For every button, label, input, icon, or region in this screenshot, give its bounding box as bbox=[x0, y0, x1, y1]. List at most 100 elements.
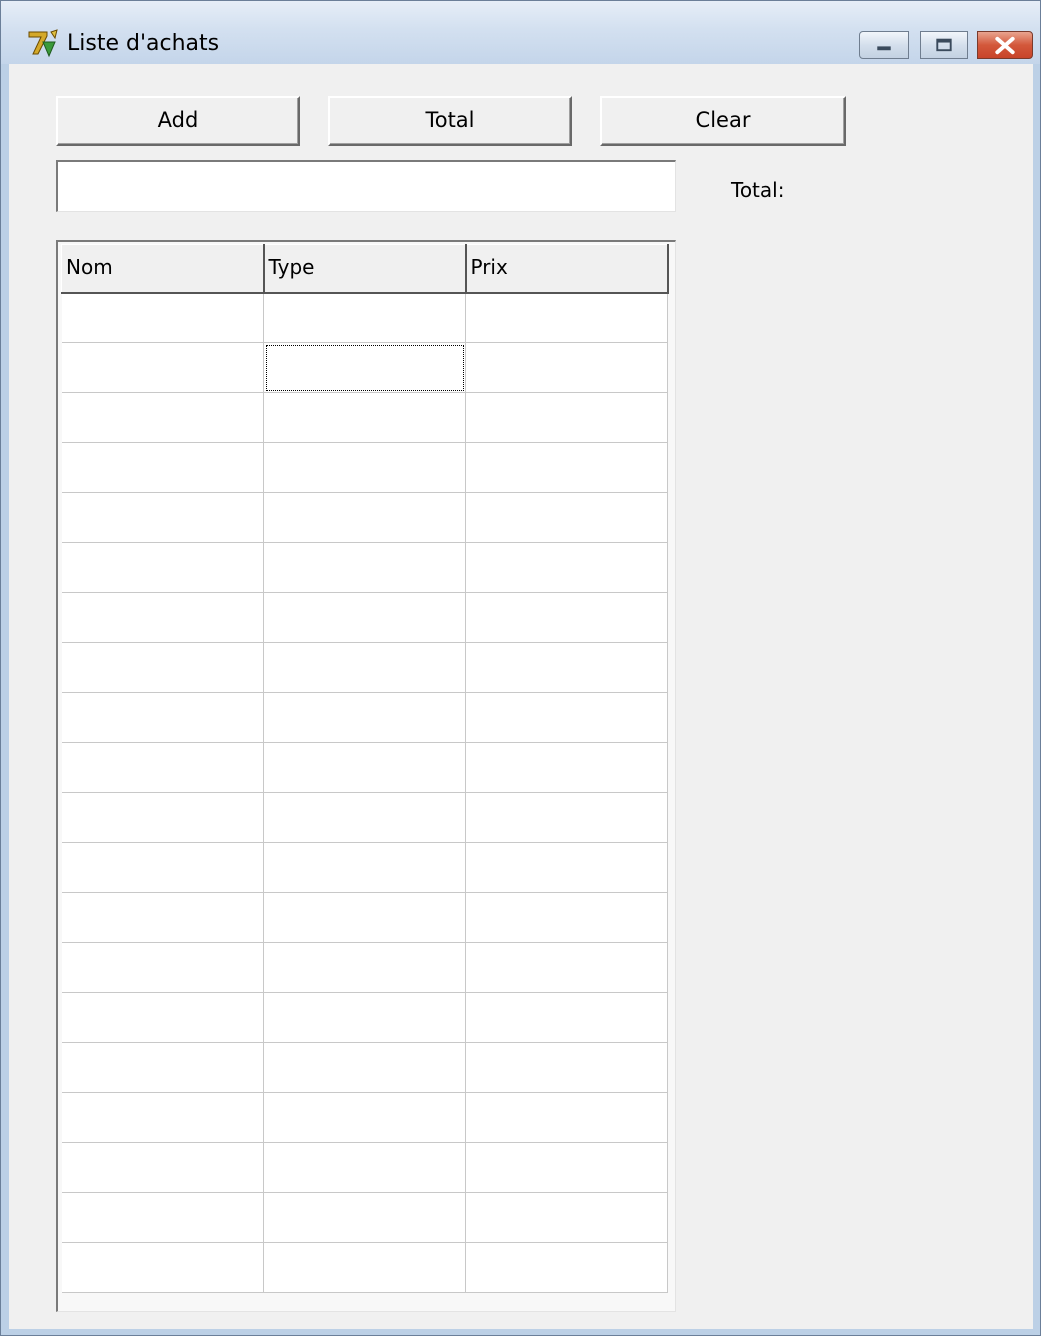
table-row[interactable] bbox=[61, 742, 668, 793]
grid-cell[interactable] bbox=[465, 692, 668, 743]
grid-cell[interactable] bbox=[263, 1042, 466, 1093]
table-row[interactable] bbox=[61, 1142, 668, 1193]
grid-cell[interactable] bbox=[263, 442, 466, 493]
grid-cell[interactable] bbox=[263, 592, 466, 643]
grid-cell[interactable] bbox=[263, 842, 466, 893]
grid-cell[interactable] bbox=[465, 1142, 668, 1193]
grid-cell[interactable] bbox=[263, 942, 466, 993]
grid-cell[interactable] bbox=[61, 1042, 264, 1093]
grid-body bbox=[61, 292, 668, 1293]
table-row[interactable] bbox=[61, 942, 668, 993]
grid-cell[interactable] bbox=[465, 492, 668, 543]
grid-cell[interactable] bbox=[465, 1242, 668, 1293]
app-window: Liste d'achats Add Total Clear Total: No… bbox=[0, 0, 1041, 1336]
grid-cell[interactable] bbox=[61, 1192, 264, 1243]
grid-cell[interactable] bbox=[61, 1242, 264, 1293]
title-bar[interactable]: Liste d'achats bbox=[1, 1, 1040, 64]
grid-cell[interactable] bbox=[465, 292, 668, 343]
delphi-app-icon bbox=[28, 29, 58, 58]
column-header-nom[interactable]: Nom bbox=[61, 244, 265, 294]
minimize-icon bbox=[877, 46, 891, 51]
grid-cell[interactable] bbox=[61, 542, 264, 593]
table-row[interactable] bbox=[61, 442, 668, 493]
grid-cell[interactable] bbox=[61, 642, 264, 693]
grid-cell[interactable] bbox=[465, 1092, 668, 1143]
grid-cell[interactable] bbox=[61, 592, 264, 643]
item-entry-field[interactable] bbox=[56, 160, 676, 212]
grid-cell[interactable] bbox=[263, 642, 466, 693]
table-row[interactable] bbox=[61, 1092, 668, 1143]
grid-cell[interactable] bbox=[263, 992, 466, 1043]
close-button[interactable] bbox=[977, 31, 1033, 59]
grid-cell[interactable] bbox=[465, 842, 668, 893]
table-row[interactable] bbox=[61, 642, 668, 693]
grid-cell[interactable] bbox=[263, 392, 466, 443]
grid-cell[interactable] bbox=[465, 442, 668, 493]
grid-cell[interactable] bbox=[263, 1242, 466, 1293]
grid-cell[interactable] bbox=[465, 892, 668, 943]
grid-cell[interactable] bbox=[61, 392, 264, 443]
grid-cell[interactable] bbox=[465, 942, 668, 993]
grid-cell[interactable] bbox=[61, 942, 264, 993]
window-title: Liste d'achats bbox=[67, 31, 220, 56]
grid-cell[interactable] bbox=[61, 992, 264, 1043]
shopping-list-grid[interactable]: Nom Type Prix bbox=[56, 240, 676, 1312]
grid-cell[interactable] bbox=[465, 742, 668, 793]
grid-cell[interactable] bbox=[465, 992, 668, 1043]
grid-cell[interactable] bbox=[465, 342, 668, 393]
grid-cell[interactable] bbox=[61, 742, 264, 793]
grid-cell[interactable] bbox=[61, 492, 264, 543]
grid-cell[interactable] bbox=[263, 742, 466, 793]
grid-cell[interactable] bbox=[465, 642, 668, 693]
grid-cell[interactable] bbox=[465, 542, 668, 593]
table-row[interactable] bbox=[61, 1042, 668, 1093]
grid-cell[interactable] bbox=[263, 792, 466, 843]
grid-cell[interactable] bbox=[263, 1092, 466, 1143]
maximize-icon bbox=[936, 38, 952, 52]
table-row[interactable] bbox=[61, 592, 668, 643]
grid-cell[interactable] bbox=[465, 392, 668, 443]
grid-cell[interactable] bbox=[263, 1192, 466, 1243]
total-label: Total: bbox=[731, 178, 785, 202]
grid-cell[interactable] bbox=[61, 292, 264, 343]
clear-button[interactable]: Clear bbox=[600, 96, 846, 146]
table-row[interactable] bbox=[61, 792, 668, 843]
grid-cell[interactable] bbox=[465, 792, 668, 843]
table-row[interactable] bbox=[61, 342, 668, 393]
grid-cell[interactable] bbox=[263, 892, 466, 943]
column-header-prix[interactable]: Prix bbox=[465, 244, 669, 294]
close-icon bbox=[995, 36, 1015, 55]
grid-cell[interactable] bbox=[61, 842, 264, 893]
table-row[interactable] bbox=[61, 1242, 668, 1293]
table-row[interactable] bbox=[61, 492, 668, 543]
grid-cell[interactable] bbox=[61, 442, 264, 493]
table-row[interactable] bbox=[61, 892, 668, 943]
grid-cell[interactable] bbox=[61, 1142, 264, 1193]
grid-cell[interactable] bbox=[465, 1192, 668, 1243]
grid-cell[interactable] bbox=[61, 1092, 264, 1143]
table-row[interactable] bbox=[61, 542, 668, 593]
grid-cell[interactable] bbox=[61, 892, 264, 943]
table-row[interactable] bbox=[61, 992, 668, 1043]
column-header-type[interactable]: Type bbox=[263, 244, 467, 294]
maximize-button[interactable] bbox=[920, 31, 968, 59]
grid-cell[interactable] bbox=[61, 342, 264, 393]
total-button[interactable]: Total bbox=[328, 96, 572, 146]
grid-cell[interactable] bbox=[263, 492, 466, 543]
table-row[interactable] bbox=[61, 392, 668, 443]
grid-cell[interactable] bbox=[465, 592, 668, 643]
table-row[interactable] bbox=[61, 842, 668, 893]
add-button[interactable]: Add bbox=[56, 96, 300, 146]
grid-cell[interactable] bbox=[61, 692, 264, 743]
grid-cell[interactable] bbox=[465, 1042, 668, 1093]
grid-cell[interactable] bbox=[263, 1142, 466, 1193]
table-row[interactable] bbox=[61, 692, 668, 743]
minimize-button[interactable] bbox=[859, 31, 909, 59]
grid-cell[interactable] bbox=[61, 792, 264, 843]
grid-cell[interactable] bbox=[263, 542, 466, 593]
table-row[interactable] bbox=[61, 292, 668, 343]
grid-cell[interactable] bbox=[263, 342, 466, 393]
table-row[interactable] bbox=[61, 1192, 668, 1243]
grid-cell[interactable] bbox=[263, 692, 466, 743]
grid-cell[interactable] bbox=[263, 292, 466, 343]
